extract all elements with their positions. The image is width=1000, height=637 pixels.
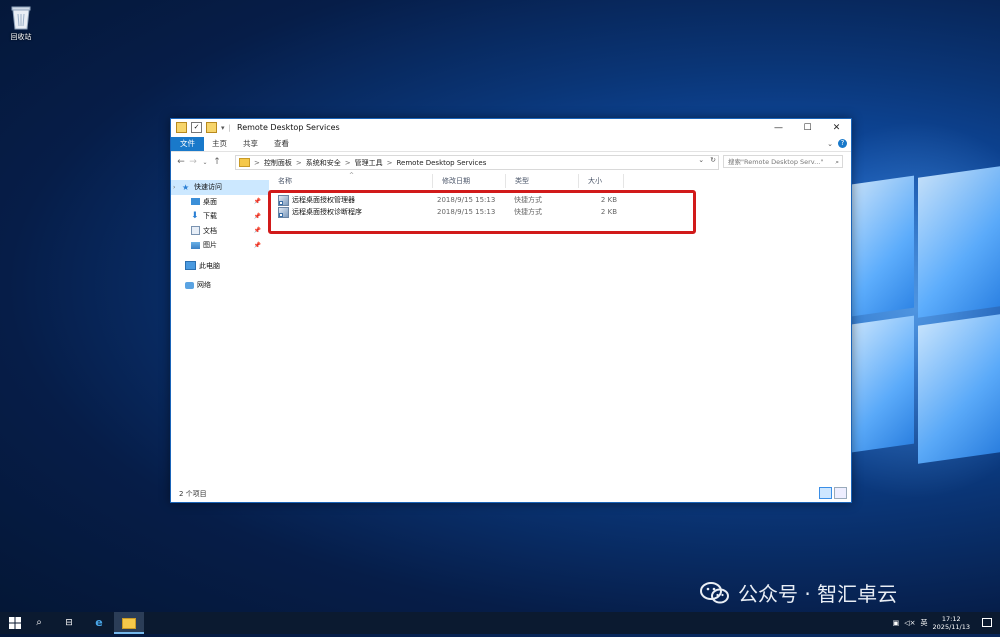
windows-start-icon bbox=[9, 617, 21, 629]
back-arrow-icon[interactable]: ← bbox=[175, 157, 187, 167]
forward-arrow-icon[interactable]: → bbox=[187, 157, 199, 167]
clock-date: 2025/11/13 bbox=[932, 623, 970, 631]
maximize-button[interactable]: ☐ bbox=[793, 119, 822, 137]
clock[interactable]: 17:12 2025/11/13 bbox=[933, 615, 970, 631]
chevron-right-icon[interactable]: > bbox=[296, 159, 302, 167]
watermark: 公众号 · 智汇卓云 bbox=[700, 578, 897, 607]
quick-access-toolbar: ✓ ▾ | bbox=[176, 122, 231, 133]
watermark-text: 公众号 · 智汇卓云 bbox=[738, 582, 898, 606]
sidebar-item-network[interactable]: 网络 bbox=[171, 278, 269, 293]
navigation-pane: › ★ 快速访问 桌面 📌 ⬇ 下载 📌 文档 📌 图片 📌 此电脑 网络 bbox=[171, 174, 269, 484]
recycle-bin-label: 回收站 bbox=[10, 33, 32, 41]
recycle-bin-shortcut[interactable]: 回收站 bbox=[4, 4, 38, 42]
internet-explorer-icon[interactable]: e bbox=[84, 612, 114, 634]
chevron-right-icon[interactable]: > bbox=[254, 159, 260, 167]
picture-icon bbox=[191, 241, 200, 249]
wechat-icon bbox=[700, 581, 730, 605]
document-icon bbox=[191, 226, 200, 236]
search-input[interactable]: 搜索"Remote Desktop Serv..." ⌕ bbox=[723, 155, 843, 168]
computer-icon bbox=[185, 261, 196, 271]
item-count: 2 个项目 bbox=[179, 490, 207, 498]
toolbar-divider: | bbox=[228, 123, 231, 132]
address-dropdown-icon[interactable]: ⌄ bbox=[698, 156, 704, 164]
sidebar-item-quick-access[interactable]: › ★ 快速访问 bbox=[171, 180, 269, 195]
title-bar[interactable]: ✓ ▾ | Remote Desktop Services — ☐ ✕ bbox=[171, 119, 851, 137]
download-icon: ⬇ bbox=[191, 211, 199, 222]
breadcrumb-control-panel[interactable]: 控制面板 bbox=[264, 158, 292, 168]
pin-icon[interactable]: 📌 bbox=[254, 227, 261, 234]
tab-home[interactable]: 主页 bbox=[204, 137, 235, 151]
window-title: Remote Desktop Services bbox=[237, 123, 340, 132]
pin-icon[interactable]: 📌 bbox=[254, 242, 261, 249]
breadcrumb-remote-desktop-services[interactable]: Remote Desktop Services bbox=[397, 159, 487, 167]
properties-icon[interactable]: ✓ bbox=[191, 122, 202, 133]
new-folder-icon[interactable] bbox=[206, 122, 217, 133]
column-header-modified[interactable]: 修改日期 bbox=[433, 174, 506, 188]
sidebar-item-desktop[interactable]: 桌面 📌 bbox=[171, 195, 269, 210]
sort-ascending-icon: ^ bbox=[349, 172, 355, 179]
sidebar-item-label: 图片 bbox=[203, 241, 217, 250]
recycle-bin-icon bbox=[10, 4, 32, 30]
file-explorer-window[interactable]: ✓ ▾ | Remote Desktop Services — ☐ ✕ 文件 主… bbox=[170, 118, 852, 503]
navigation-bar: ← → ⌄ ↑ > 控制面板 > 系统和安全 > 管理工具 > Remote D… bbox=[171, 152, 851, 172]
tab-share[interactable]: 共享 bbox=[235, 137, 266, 151]
ribbon-expand-icon[interactable]: ⌄ bbox=[827, 140, 833, 148]
sidebar-item-label: 网络 bbox=[197, 281, 211, 290]
sidebar-item-downloads[interactable]: ⬇ 下载 📌 bbox=[171, 209, 269, 224]
file-explorer-taskbar-button[interactable] bbox=[114, 612, 144, 634]
windows-logo-wallpaper bbox=[852, 166, 1000, 464]
column-headers: ^ 名称 修改日期 类型 大小 bbox=[269, 172, 851, 188]
tab-view[interactable]: 查看 bbox=[266, 137, 297, 151]
folder-icon bbox=[239, 158, 250, 167]
sidebar-item-label: 此电脑 bbox=[199, 261, 220, 270]
window-controls: — ☐ ✕ bbox=[764, 119, 851, 137]
network-icon bbox=[185, 281, 194, 289]
minimize-button[interactable]: — bbox=[764, 119, 793, 137]
task-view-icon[interactable]: ⊟ bbox=[54, 612, 84, 634]
system-tray: ▣ ◁× 英 17:12 2025/11/13 bbox=[893, 612, 970, 634]
customize-toolbar-icon[interactable]: ▾ bbox=[221, 124, 225, 132]
chevron-right-icon[interactable]: > bbox=[345, 159, 351, 167]
column-header-type[interactable]: 类型 bbox=[506, 174, 579, 188]
desktop-icon bbox=[191, 198, 200, 206]
close-button[interactable]: ✕ bbox=[822, 119, 851, 137]
clock-time: 17:12 bbox=[941, 615, 961, 623]
notification-icon[interactable] bbox=[982, 618, 992, 627]
volume-icon[interactable]: ◁× bbox=[904, 619, 915, 627]
chevron-right-icon[interactable]: > bbox=[387, 159, 393, 167]
up-arrow-icon[interactable]: ↑ bbox=[211, 157, 223, 167]
folder-icon bbox=[122, 618, 136, 629]
details-view-button[interactable] bbox=[819, 487, 832, 499]
star-icon: ★ bbox=[182, 182, 190, 192]
search-icon[interactable]: ⌕ bbox=[24, 612, 54, 634]
address-bar[interactable]: > 控制面板 > 系统和安全 > 管理工具 > Remote Desktop S… bbox=[235, 155, 719, 170]
help-icon[interactable]: ? bbox=[838, 139, 847, 148]
sidebar-item-documents[interactable]: 文档 📌 bbox=[171, 224, 269, 239]
folder-icon bbox=[176, 122, 187, 133]
pin-icon[interactable]: 📌 bbox=[254, 213, 261, 220]
input-method-indicator[interactable]: 英 bbox=[921, 618, 928, 628]
search-placeholder: 搜索"Remote Desktop Serv..." bbox=[728, 158, 824, 166]
sidebar-item-pictures[interactable]: 图片 📌 bbox=[171, 238, 269, 253]
sidebar-item-label: 快速访问 bbox=[194, 183, 222, 192]
annotation-highlight-box bbox=[268, 190, 696, 234]
pin-icon[interactable]: 📌 bbox=[254, 198, 261, 205]
breadcrumb-system-security[interactable]: 系统和安全 bbox=[306, 158, 341, 168]
expand-chevron-icon[interactable]: › bbox=[173, 184, 182, 191]
recent-locations-icon[interactable]: ⌄ bbox=[199, 159, 211, 166]
tab-file[interactable]: 文件 bbox=[171, 137, 204, 151]
sidebar-item-label: 桌面 bbox=[203, 197, 217, 206]
large-icons-view-button[interactable] bbox=[834, 487, 847, 499]
search-icon[interactable]: ⌕ bbox=[835, 156, 839, 169]
ribbon-tabs: 文件 主页 共享 查看 ⌄ ? bbox=[171, 137, 851, 152]
network-status-icon[interactable]: ▣ bbox=[893, 619, 900, 627]
refresh-icon[interactable]: ↻ bbox=[710, 156, 716, 164]
column-header-size[interactable]: 大小 bbox=[579, 174, 624, 188]
sidebar-item-label: 文档 bbox=[203, 226, 217, 235]
taskbar: ⌕ ⊟ e ▣ ◁× 英 17:12 2025/11/13 bbox=[0, 612, 1000, 634]
sidebar-item-label: 下载 bbox=[203, 212, 217, 221]
status-bar: 2 个项目 bbox=[171, 484, 851, 502]
sidebar-item-this-pc[interactable]: 此电脑 bbox=[171, 259, 269, 274]
breadcrumb-admin-tools[interactable]: 管理工具 bbox=[355, 158, 383, 168]
